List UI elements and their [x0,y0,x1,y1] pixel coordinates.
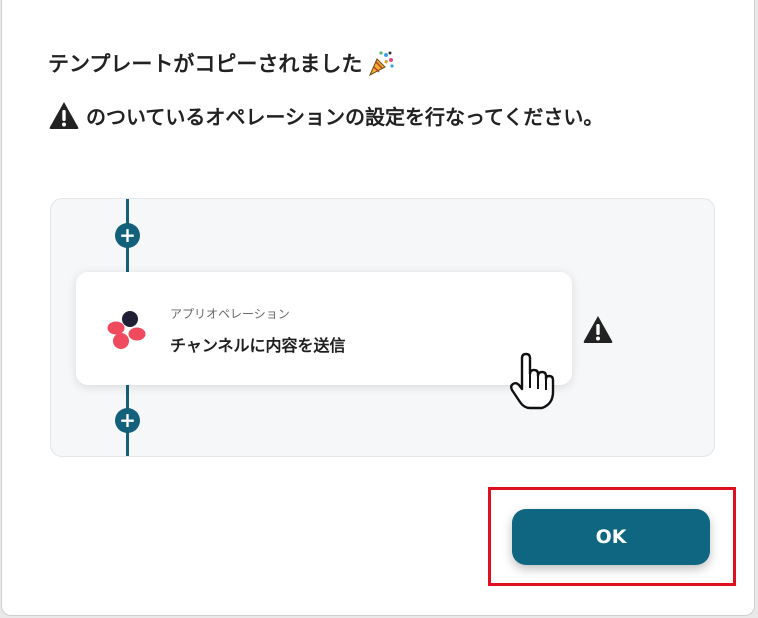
dialog-instruction: のついているオペレーションの設定を行なってください。 [48,100,603,130]
flow-preview: + + アプリオペレーション チャンネルに内容を送信 [50,198,715,457]
add-step-button-top[interactable]: + [115,223,140,248]
dialog-title-text: テンプレートがコピーされました [48,52,363,76]
template-copied-dialog: テンプレートがコピーされました のついているオペレーションの設定を行なってくださ… [1,0,755,616]
operation-card[interactable]: アプリオペレーション チャンネルに内容を送信 [76,272,572,385]
operation-type-label: アプリオペレーション [170,307,290,321]
ok-button[interactable]: OK [512,509,710,565]
dialog-instruction-text: のついているオペレーションの設定を行なってください。 [86,104,604,129]
dialog-title: テンプレートがコピーされました [48,48,396,78]
operation-name: チャンネルに内容を送信 [170,336,346,355]
warning-icon [49,102,79,129]
add-step-button-bottom[interactable]: + [115,408,140,433]
warning-icon [583,316,613,343]
party-popper-icon [369,51,394,77]
app-logo-icon [107,311,146,349]
pointer-hand-icon [510,352,555,410]
